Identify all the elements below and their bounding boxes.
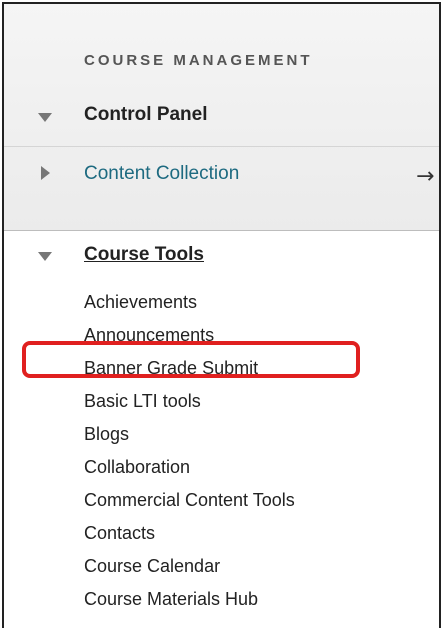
- tool-item-collaboration[interactable]: Collaboration: [84, 456, 295, 489]
- control-panel-header: [4, 4, 439, 230]
- divider: [4, 230, 439, 231]
- control-panel-label[interactable]: Control Panel: [84, 104, 208, 126]
- content-collection-link[interactable]: Content Collection: [84, 163, 239, 185]
- course-management-panel: COURSE MANAGEMENT Control Panel Content …: [2, 2, 441, 628]
- tool-item-course-calendar[interactable]: Course Calendar: [84, 555, 295, 588]
- section-title: COURSE MANAGEMENT: [84, 52, 313, 69]
- divider: [4, 146, 439, 147]
- tool-item-achievements[interactable]: Achievements: [84, 291, 295, 324]
- highlight-box: [22, 341, 360, 378]
- tool-item-course-materials-hub[interactable]: Course Materials Hub: [84, 588, 295, 621]
- expand-triangle-icon[interactable]: [41, 166, 50, 180]
- arrow-right-icon[interactable]: →: [416, 164, 434, 189]
- tool-item-basic-lti-tools[interactable]: Basic LTI tools: [84, 390, 295, 423]
- course-tools-heading[interactable]: Course Tools: [84, 244, 204, 266]
- tool-item-blogs[interactable]: Blogs: [84, 423, 295, 456]
- collapse-triangle-icon[interactable]: [38, 252, 52, 261]
- collapse-triangle-icon[interactable]: [38, 113, 52, 122]
- tool-item-contacts[interactable]: Contacts: [84, 522, 295, 555]
- tool-item-commercial-content-tools[interactable]: Commercial Content Tools: [84, 489, 295, 522]
